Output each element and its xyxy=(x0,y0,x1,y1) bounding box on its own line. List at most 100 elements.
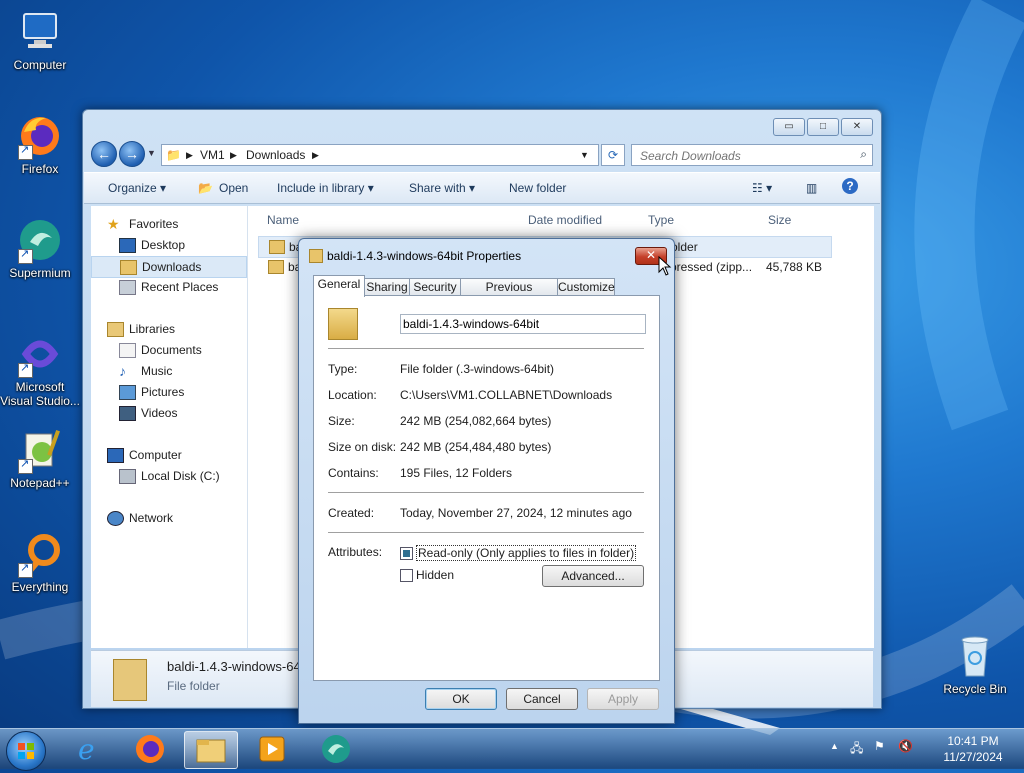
svg-text:e: e xyxy=(78,733,95,766)
advanced-button[interactable]: Advanced... xyxy=(542,565,644,587)
taskbar-explorer[interactable] xyxy=(184,731,238,769)
address-bar[interactable]: 📁 ▶ VM1 ▶ Downloads ▶ ▼ xyxy=(161,144,599,166)
tab-security[interactable]: Security xyxy=(409,278,461,296)
column-header-type[interactable]: Type xyxy=(648,213,674,227)
preview-pane-icon[interactable]: ▥ xyxy=(806,181,817,195)
maximize-button[interactable]: □ xyxy=(807,118,839,136)
minimize-button[interactable]: ▭ xyxy=(773,118,805,136)
desktop-icon xyxy=(119,238,136,253)
nav-pictures[interactable]: Pictures xyxy=(91,382,247,402)
tab-sharing[interactable]: Sharing xyxy=(364,278,410,296)
forward-button[interactable]: → xyxy=(119,141,145,167)
nav-music[interactable]: ♪ Music xyxy=(91,361,247,381)
hidden-label[interactable]: Hidden xyxy=(416,568,454,582)
tab-previous-versions[interactable]: Previous Versions xyxy=(460,278,558,311)
clock[interactable]: 10:41 PM 11/27/2024 xyxy=(930,734,1016,764)
cancel-button[interactable]: Cancel xyxy=(506,688,578,710)
system-tray: ▲ 🖧 ⚑ 🔇 10:41 PM 11/27/2024 xyxy=(830,729,1020,769)
volume-muted-icon[interactable]: 🔇 xyxy=(898,739,913,753)
folder-name-field[interactable] xyxy=(400,314,646,334)
tab-general[interactable]: General xyxy=(313,275,365,297)
nav-computer[interactable]: Computer xyxy=(91,445,247,465)
open-button[interactable]: Open xyxy=(219,181,248,195)
back-button[interactable]: ← xyxy=(91,141,117,167)
desktop-icon-everything[interactable]: Everything xyxy=(0,530,80,594)
ok-button[interactable]: OK xyxy=(425,688,497,710)
hidden-checkbox[interactable] xyxy=(400,569,413,582)
action-center-flag-icon[interactable]: ⚑ xyxy=(874,739,885,753)
desktop-icon-recycle-bin[interactable]: Recycle Bin xyxy=(935,632,1015,696)
properties-dialog: baldi-1.4.3-windows-64bit Properties ✕ G… xyxy=(298,238,675,724)
type-value: File folder (.3-windows-64bit) xyxy=(400,362,555,376)
size-label: Size: xyxy=(328,414,355,428)
apply-button[interactable]: Apply xyxy=(587,688,659,710)
navigation-bar: ← → ▼ 📁 ▶ VM1 ▶ Downloads ▶ ▼ ⟳ ⌕ xyxy=(91,141,873,167)
column-header-name[interactable]: Name xyxy=(267,213,299,227)
location-value: C:\Users\VM1.COLLABNET\Downloads xyxy=(400,388,613,402)
recent-places-icon xyxy=(119,280,136,295)
divider xyxy=(328,492,644,494)
taskbar-internet-explorer[interactable]: e xyxy=(64,731,116,767)
readonly-checkbox[interactable] xyxy=(400,547,413,560)
nav-network[interactable]: Network xyxy=(91,508,247,528)
nav-favorites[interactable]: ★ Favorites xyxy=(91,214,247,234)
everything-icon xyxy=(16,530,64,578)
desktop-icon-firefox[interactable]: Firefox xyxy=(0,112,80,176)
mouse-cursor-icon xyxy=(658,256,672,276)
address-dropdown-icon[interactable]: ▼ xyxy=(580,150,589,160)
help-icon[interactable]: ? xyxy=(842,178,858,194)
recent-pages-dropdown[interactable]: ▼ xyxy=(147,148,156,158)
visual-studio-icon xyxy=(16,330,64,378)
desktop-icon-supermium[interactable]: Supermium xyxy=(0,216,80,280)
start-button[interactable] xyxy=(6,731,46,771)
search-input[interactable] xyxy=(638,148,852,164)
folder-thumbnail-icon xyxy=(113,659,147,701)
nav-local-disk[interactable]: Local Disk (C:) xyxy=(91,466,247,486)
include-in-library-menu[interactable]: Include in library ▾ xyxy=(277,181,374,195)
nav-videos[interactable]: Videos xyxy=(91,403,247,423)
taskbar-media-player[interactable] xyxy=(246,731,298,767)
taskbar-firefox[interactable] xyxy=(124,731,176,767)
breadcrumb-downloads[interactable]: Downloads xyxy=(246,148,305,162)
desktop-icon-notepadpp[interactable]: Notepad++ xyxy=(0,426,80,490)
view-options-icon[interactable]: ☷ ▾ xyxy=(752,181,772,195)
breadcrumb-separator-icon: ▶ xyxy=(230,150,237,160)
details-type: File folder xyxy=(167,679,220,693)
desktop-icon-label: Supermium xyxy=(9,266,71,280)
refresh-button[interactable]: ⟳ xyxy=(601,144,625,166)
desktop-icon-computer[interactable]: Computer xyxy=(0,8,80,72)
firefox-icon xyxy=(136,735,164,763)
close-button[interactable]: ✕ xyxy=(841,118,873,136)
nav-documents[interactable]: Documents xyxy=(91,340,247,360)
created-label: Created: xyxy=(328,506,375,520)
column-header-date[interactable]: Date modified xyxy=(528,213,602,227)
new-folder-button[interactable]: New folder xyxy=(509,181,566,195)
column-header-size[interactable]: Size xyxy=(768,213,791,227)
taskbar: e ▲ 🖧 ⚑ 🔇 10:41 PM 11/27/2024 xyxy=(0,728,1024,771)
share-with-menu[interactable]: Share with ▾ xyxy=(409,181,475,195)
desktop-icon-label: Recycle Bin xyxy=(943,682,1007,696)
nav-libraries[interactable]: Libraries xyxy=(91,319,247,339)
breadcrumb-vm1[interactable]: VM1 xyxy=(200,148,225,162)
computer-icon xyxy=(16,8,64,56)
attributes-label: Attributes: xyxy=(328,545,383,559)
show-hidden-icons-button[interactable]: ▲ xyxy=(830,741,839,751)
nav-downloads[interactable]: Downloads xyxy=(91,256,247,278)
taskbar-supermium[interactable] xyxy=(310,731,362,767)
contains-label: Contains: xyxy=(328,466,379,480)
tab-customize[interactable]: Customize xyxy=(557,278,615,296)
caption-buttons: ▭ □ ✕ xyxy=(773,118,873,136)
nav-desktop[interactable]: Desktop xyxy=(91,235,247,255)
contains-value: 195 Files, 12 Folders xyxy=(400,466,513,480)
network-status-icon[interactable]: 🖧 xyxy=(850,739,863,760)
desktop-icon-visual-studio[interactable]: Microsoft Visual Studio... xyxy=(0,330,81,408)
readonly-label[interactable]: Read-only (Only applies to files in fold… xyxy=(416,545,637,561)
videos-icon xyxy=(119,406,136,421)
search-box[interactable]: ⌕ xyxy=(631,144,873,166)
windows-logo-icon xyxy=(18,743,34,759)
organize-menu[interactable]: Organize ▾ xyxy=(108,181,166,195)
desktop-icon-label: Everything xyxy=(11,580,69,594)
created-value: Today, November 27, 2024, 12 minutes ago xyxy=(400,506,632,520)
nav-recent-places[interactable]: Recent Places xyxy=(91,277,247,297)
command-bar: Organize ▾ 📂 Open Include in library ▾ S… xyxy=(84,172,880,204)
